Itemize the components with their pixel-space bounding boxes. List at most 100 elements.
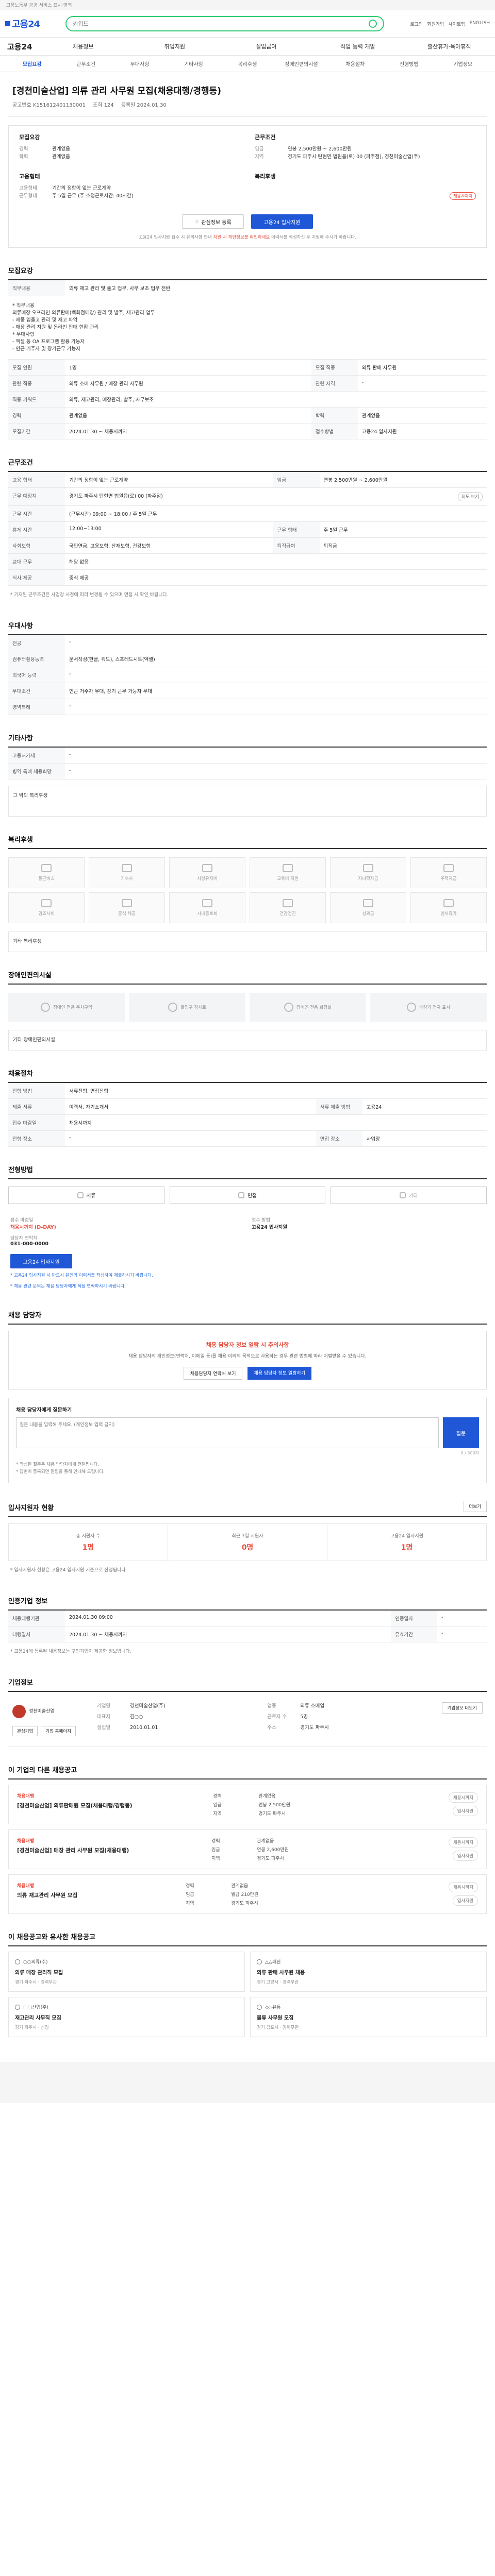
row-key: 근무 형태 [273, 521, 320, 538]
search-icon[interactable] [369, 20, 377, 28]
row-value: 채용시까지 [65, 1114, 487, 1131]
nav-item-3[interactable]: 직업 능력 개발 [317, 42, 399, 50]
row-key: 근무 시간 [8, 505, 65, 522]
tab-0[interactable]: 모집요강 [5, 60, 59, 67]
row-key: 고용허가제 [8, 748, 65, 764]
ask-submit-button[interactable]: 질문 [443, 1417, 479, 1448]
tab-6[interactable]: 채용절차 [328, 60, 382, 67]
company-more-button[interactable]: 기업정보 더보기 [441, 1702, 483, 1714]
summary-welfare: 복리후생 채용시까지 [255, 172, 476, 200]
nav-item-0[interactable]: 채용정보 [42, 42, 124, 50]
recommend-card[interactable]: ○○의류(주) 의류 매장 관리직 모집 경기 파주시 · 경력무관 [8, 1952, 245, 1992]
job-item[interactable]: 채용대행 [경천미술산업] 의류판매원 모집(채용대행/경행동) 경력 관계없음 임금 연… [8, 1785, 487, 1824]
job-side-chip[interactable]: 입사지원 [452, 1851, 478, 1861]
facility-section: 장애인편의시설 장애인 전용 주차구역 출입구 경사로 장애인 전용 화장실 승강기 … [8, 970, 487, 1050]
applicants-more-button[interactable]: 더보기 [463, 1501, 487, 1512]
job-item[interactable]: 채용대행 의류 재고관리 사무원 모집 경력 관계없음 임금 월급 210만원 지역 경기도 … [8, 1874, 487, 1914]
row-value: 12:00~13:00 [65, 521, 273, 538]
stat-label: 고용24 입사지원 [390, 1534, 423, 1539]
tab-3[interactable]: 기타사항 [167, 60, 220, 67]
recommend-title-text[interactable]: 물류 사무원 모집 [257, 2013, 480, 2021]
row-key: 채용대행기관 [8, 1611, 65, 1626]
job-side: 채용시까지 입사지원 [448, 1837, 478, 1861]
welfare-item: 기숙사 [89, 857, 165, 888]
recommend-card[interactable]: ◇◇유통 물류 사무원 모집 경기 김포시 · 경력무관 [250, 1997, 487, 2037]
welfare-item: 차량유지비 [169, 857, 245, 888]
company-action-1[interactable]: 기업 홈페이지 [41, 1726, 76, 1736]
ask-title: 채용 담당자에게 질문하기 [16, 1408, 72, 1413]
row-value: 고용24 입사지원 [357, 423, 487, 439]
stat-label: 최근 7일 지원자 [232, 1534, 263, 1539]
contact-open-button[interactable]: 채용 담당자 정보 열람하기 [248, 1367, 312, 1380]
header-link-0[interactable]: 로그인 [410, 21, 423, 27]
accessibility-icon [168, 1003, 178, 1012]
summary-condition: 근무조건 임금 연봉 2,500만원 ~ 2,600만원 지역 경기도 파주시 탄현면… [255, 133, 476, 161]
row-value: 의류 재고 관리 및 출고 업무, 사무 보조 업무 전반 [65, 280, 487, 296]
row-value: 의류 소매 사무원 / 매장 관리 사무원 [65, 375, 311, 392]
table-row: 컴퓨터활용능력 문서작성(한글, 워드), 스프레드시트(엑셀) [8, 651, 487, 667]
job-side-chip[interactable]: 입사지원 [452, 1806, 478, 1816]
tab-4[interactable]: 복리후생 [221, 60, 274, 67]
company-key: 근로자 수 [267, 1714, 287, 1720]
header-link-2[interactable]: 사이트맵 [448, 21, 465, 27]
applicants-title: 입사지원자 현황 [8, 1504, 54, 1512]
welfare-item: 성과급 [330, 892, 406, 923]
apply-notice-post: 이력서를 작성하신 후 지원해 주시기 바랍니다. [271, 235, 356, 240]
contact-view-button[interactable]: 채용담당자 연락처 보기 [183, 1367, 243, 1380]
summary-value: 관계없음 [52, 146, 70, 152]
recommend-title-text[interactable]: 의류 판매 사무원 채용 [257, 1968, 480, 1976]
company-action-0[interactable]: 관심기업 [12, 1726, 38, 1736]
job-item[interactable]: 채용대행 [경천미술산업] 매장 관리 사무원 모집(채용대행) 경력 관계없음 임금 연… [8, 1829, 487, 1869]
site-logo[interactable]: 고용24 [5, 17, 40, 30]
topbar-text: 고용노동부 공공 서비스 표시 영역 [6, 3, 72, 8]
apply-button[interactable]: 고용24 입사지원 [251, 214, 313, 229]
facility-label: 장애인 전용 화장실 [296, 1005, 332, 1010]
job-detail-value: 관계없음 [257, 1839, 274, 1844]
job-detail-key: 지역 [186, 1901, 194, 1906]
job-title-link[interactable]: [경천미술산업] 매장 관리 사무원 모집(채용대행) [17, 1847, 129, 1854]
nav-item-4[interactable]: 출산휴가·육아휴직 [408, 42, 490, 50]
search-input[interactable] [73, 20, 366, 27]
summary-value: 주 5일 근무 (주 소정근로시간: 40시간) [52, 193, 134, 199]
recommend-card[interactable]: △△패션 의류 판매 사무원 채용 경기 고양시 · 경력무관 [250, 1952, 487, 1992]
row-value: - [65, 748, 487, 764]
method-apply-button[interactable]: 고용24 입사지원 [10, 1254, 72, 1268]
job-meta-item: 공고번호 K151612401130001 [12, 103, 86, 108]
facility-label: 승강기 점자 표시 [419, 1005, 451, 1010]
summary-recruit: 모집요강 경력 관계없음 학력 관계없음 [19, 133, 240, 161]
header-link-3[interactable]: ENGLISH [469, 21, 490, 27]
method-note: * 고용24 입사지원 시 반드시 본인의 이력서를 작성하여 제출하시기 바랍… [10, 1273, 153, 1278]
company-value: 5명 [300, 1714, 308, 1720]
header-link-1[interactable]: 회원가입 [427, 21, 444, 27]
row-key: 서류 제출 방법 [316, 1098, 362, 1115]
summary-welfare-title: 복리후생 [255, 173, 276, 180]
contact-value-deadline: 채용시까지 (D-DAY) [10, 1225, 56, 1230]
recommend-corp: △△패션 [257, 1958, 480, 1965]
row-key: 접수방법 [311, 423, 358, 439]
job-side-chip[interactable]: 입사지원 [452, 1895, 478, 1906]
nav-brand[interactable]: 고용24 [5, 41, 32, 52]
table-row: 전형 장소 - 면접 장소 사업장 [8, 1130, 487, 1147]
accessibility-icon [41, 1003, 51, 1012]
recommend-title-text[interactable]: 재고관리 사무직 모집 [15, 2013, 238, 2021]
tab-7[interactable]: 전형방법 [382, 60, 436, 67]
nav-item-2[interactable]: 실업급여 [225, 42, 307, 50]
stat-cell: 최근 7일 지원자 0명 [168, 1524, 327, 1561]
tab-8[interactable]: 기업정보 [436, 60, 490, 67]
ask-textarea[interactable] [16, 1417, 439, 1448]
nav-item-1[interactable]: 취업지원 [134, 42, 216, 50]
history-note: * 고용24에 등록된 채용정보는 구인기업이 제공한 정보입니다. [10, 1649, 131, 1654]
recommend-card[interactable]: □□산업(주) 재고관리 사무직 모집 경기 파주시 · 신입 [8, 1997, 245, 2037]
desc-line: - 인근 거주자 및 장기근무 가능자 [12, 346, 81, 352]
nav-brand-text: 고용24 [7, 42, 32, 52]
job-title-link[interactable]: [경천미술산업] 의류판매원 모집(채용대행/경행동) [17, 1802, 133, 1809]
save-interest-button[interactable]: ☆ 관심정보 등록 [182, 214, 244, 229]
map-button[interactable]: 지도 보기 [458, 492, 483, 501]
tab-1[interactable]: 근무조건 [59, 60, 112, 67]
tab-5[interactable]: 장애인편의시설 [274, 60, 328, 67]
summary-kv: 학력 관계없음 [19, 153, 240, 161]
contact-label-method: 접수 방법 [252, 1218, 270, 1223]
job-title-link[interactable]: 의류 재고관리 사무원 모집 [17, 1892, 77, 1899]
recommend-title-text[interactable]: 의류 매장 관리직 모집 [15, 1968, 238, 1976]
tab-2[interactable]: 우대사항 [113, 60, 167, 67]
